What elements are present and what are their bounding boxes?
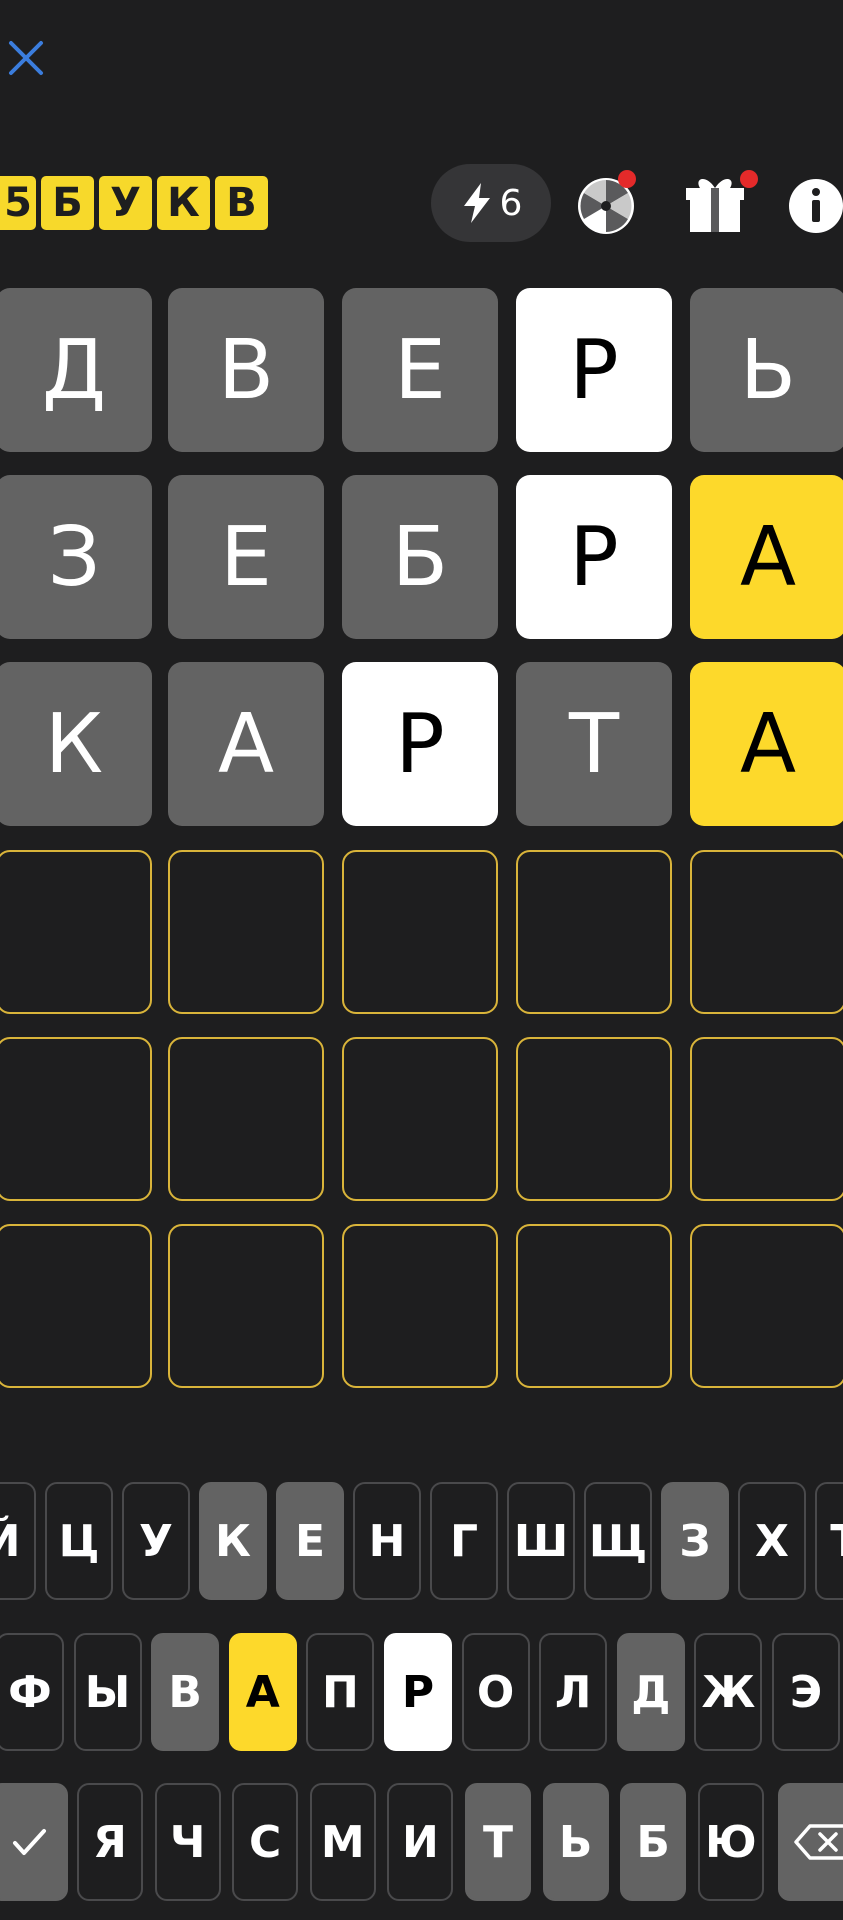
grid-cell-empty [516, 1037, 672, 1201]
key[interactable]: У [122, 1482, 190, 1600]
key[interactable]: Д [616, 1633, 685, 1751]
key[interactable]: Ф [0, 1633, 64, 1751]
key[interactable]: Ц [45, 1482, 113, 1600]
key[interactable]: О [461, 1633, 530, 1751]
enter-key[interactable] [0, 1783, 68, 1901]
key[interactable]: Т [465, 1783, 531, 1901]
energy-count: 6 [499, 182, 523, 224]
lightning-icon [463, 183, 490, 223]
key[interactable]: В [151, 1633, 220, 1751]
title-letter: У [99, 176, 152, 230]
energy-counter[interactable]: 6 [431, 164, 551, 242]
grid-cell: Д [0, 288, 152, 452]
notification-dot [740, 170, 758, 188]
grid-cell: Е [342, 288, 498, 452]
key[interactable]: Ч [154, 1783, 221, 1901]
grid-cell-empty [690, 1037, 843, 1201]
grid-cell-empty [342, 1037, 498, 1201]
grid-cell-empty [516, 850, 672, 1014]
key[interactable]: Ш [507, 1482, 575, 1600]
info-icon [789, 179, 843, 233]
grid-cell: З [0, 475, 152, 639]
grid-cell: А [690, 662, 843, 826]
grid-cell: Р [342, 662, 498, 826]
grid-cell-empty [168, 1224, 324, 1388]
key[interactable]: Я [77, 1783, 143, 1901]
key[interactable]: С [232, 1783, 299, 1901]
grid-cell-empty [0, 850, 152, 1014]
grid-cell: Е [168, 475, 324, 639]
key[interactable]: Ж [694, 1633, 763, 1751]
key[interactable]: Ы [73, 1633, 142, 1751]
grid-cell-empty [168, 850, 324, 1014]
key[interactable]: Б [620, 1783, 687, 1901]
key[interactable]: Х [738, 1482, 806, 1600]
key[interactable]: Н [353, 1482, 421, 1600]
key[interactable]: Л [539, 1633, 608, 1751]
info-button[interactable] [788, 170, 843, 236]
backspace-icon [794, 1824, 843, 1860]
grid-cell-empty [342, 1224, 498, 1388]
key[interactable]: Щ [584, 1482, 652, 1600]
title-letter: В [215, 176, 268, 230]
grid-cell: К [0, 662, 152, 826]
gift-button[interactable] [684, 170, 758, 236]
key[interactable]: Э [772, 1633, 840, 1751]
grid-cell-empty [690, 1224, 843, 1388]
key[interactable]: Г [430, 1482, 498, 1600]
grid-cell: А [168, 662, 324, 826]
grid-cell: Ь [690, 288, 843, 452]
backspace-key[interactable] [778, 1783, 843, 1901]
game-title: 5 Б У К В [0, 176, 268, 230]
key[interactable]: М [309, 1783, 376, 1901]
close-button[interactable] [6, 38, 46, 78]
key[interactable]: Ь [542, 1783, 609, 1901]
key[interactable]: З [661, 1482, 729, 1600]
grid-cell-empty [516, 1224, 672, 1388]
key[interactable]: А [228, 1633, 297, 1751]
key[interactable]: Ъ [815, 1482, 843, 1600]
key[interactable]: И [387, 1783, 454, 1901]
grid-cell-empty [690, 850, 843, 1014]
grid-cell: Р [516, 475, 672, 639]
checkmark-icon [13, 1829, 46, 1855]
title-letter: 5 [0, 176, 36, 230]
grid-cell: А [690, 475, 843, 639]
fortune-wheel-button[interactable] [576, 170, 642, 236]
key[interactable]: К [199, 1482, 267, 1600]
key[interactable]: Ю [697, 1783, 764, 1901]
grid-cell-empty [0, 1037, 152, 1201]
grid-cell: В [168, 288, 324, 452]
grid-cell: Т [516, 662, 672, 826]
key[interactable]: П [306, 1633, 375, 1751]
key[interactable]: Е [276, 1482, 344, 1600]
title-letter: Б [41, 176, 94, 230]
grid-cell-empty [342, 850, 498, 1014]
notification-dot [618, 170, 636, 188]
key[interactable]: Р [384, 1633, 452, 1751]
grid-cell-empty [168, 1037, 324, 1201]
grid-cell: Р [516, 288, 672, 452]
grid-cell-empty [0, 1224, 152, 1388]
title-letter: К [157, 176, 210, 230]
grid-cell: Б [342, 475, 498, 639]
key[interactable]: Й [0, 1482, 36, 1600]
close-icon [9, 41, 43, 75]
